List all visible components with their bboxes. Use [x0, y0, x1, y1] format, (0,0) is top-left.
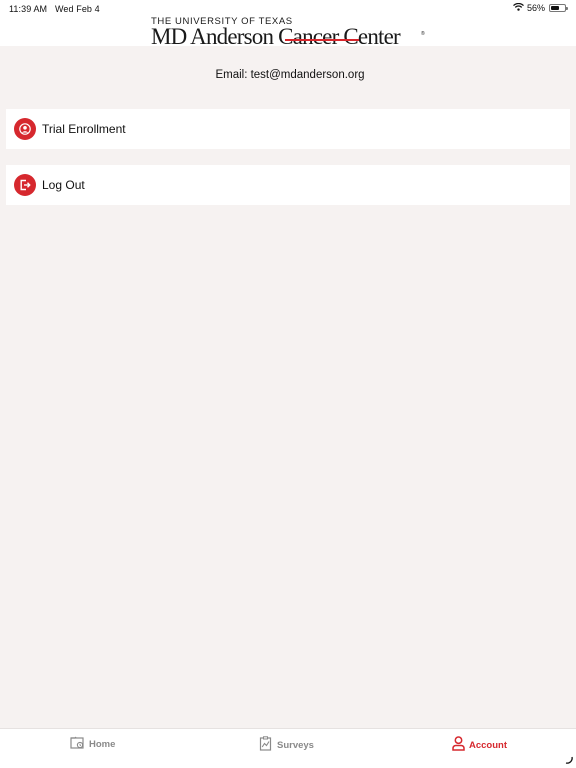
status-date: Wed Feb 4 — [54, 4, 100, 14]
bottom-tab-bar: Home Surveys Account — [0, 728, 576, 768]
top-bar: 11:39 AM Wed Feb 4 56% THE UNIVERSITY OF… — [0, 0, 576, 49]
home-icon — [70, 736, 85, 752]
wifi-icon — [513, 2, 524, 13]
tab-home-label: Home — [89, 738, 116, 750]
logo-registered-mark: ® — [421, 31, 425, 37]
tab-home[interactable]: Home — [70, 736, 115, 752]
status-clock: 11:39 AM — [9, 4, 48, 14]
tab-account-label: Account — [469, 739, 507, 751]
account-icon — [452, 736, 465, 754]
logout-icon — [14, 174, 36, 196]
battery-icon — [549, 4, 568, 12]
log-out-row[interactable]: Log Out — [6, 165, 570, 205]
surveys-icon — [259, 736, 273, 754]
account-email: Email: test@mdanderson.org — [215, 69, 365, 81]
account-circle-icon — [14, 118, 36, 140]
status-time: 11:39 AM Wed Feb 4 — [9, 4, 100, 14]
logo-name-text: MD Anderson Cancer Center — [151, 24, 401, 49]
logo-strike-line — [285, 39, 359, 41]
tab-surveys-label: Surveys — [277, 739, 314, 751]
log-out-label: Log Out — [42, 178, 85, 192]
battery-percent: 56% — [526, 3, 545, 13]
status-indicators: 56% — [513, 2, 568, 13]
tab-account[interactable]: Account — [452, 736, 507, 754]
trial-enrollment-label: Trial Enrollment — [42, 122, 126, 136]
trial-enrollment-row[interactable]: Trial Enrollment — [6, 109, 570, 149]
tab-surveys[interactable]: Surveys — [259, 736, 314, 754]
mdanderson-logo: THE UNIVERSITY OF TEXAS MD Anderson Canc… — [151, 15, 441, 49]
loading-spinner-icon — [565, 756, 573, 764]
